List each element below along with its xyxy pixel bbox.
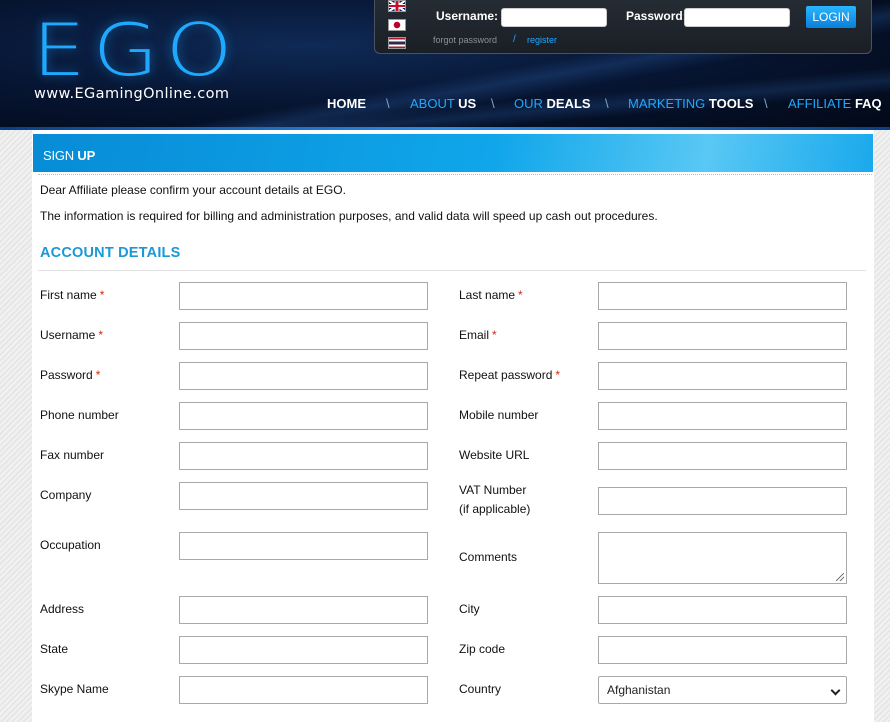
english-flag-icon[interactable] — [388, 0, 406, 12]
email-input[interactable] — [598, 322, 847, 350]
country-selected-value: Afghanistan — [607, 683, 671, 697]
site-header: EGO www.EGamingOnline.com Username: Pass… — [0, 0, 890, 130]
occupation-input[interactable] — [179, 532, 428, 560]
first-name-label: First name * — [40, 288, 105, 302]
intro-text: Dear Affiliate please confirm your accou… — [40, 183, 346, 197]
nav-separator: \ — [386, 96, 390, 111]
last-name-input[interactable] — [598, 282, 847, 310]
username-input[interactable] — [179, 322, 428, 350]
vat-hint: (if applicable) — [459, 502, 531, 516]
divider — [38, 270, 866, 271]
intro-text: The information is required for billing … — [40, 209, 658, 223]
repeat-password-input[interactable] — [598, 362, 847, 390]
last-name-label: Last name * — [459, 288, 523, 302]
nav-home[interactable]: HOME — [327, 96, 366, 111]
link-separator: / — [513, 34, 516, 45]
phone-label: Phone number — [40, 408, 119, 422]
username-field-label: Username * — [40, 328, 104, 342]
comments-textarea[interactable] — [598, 532, 847, 584]
country-select[interactable]: Afghanistan — [598, 676, 847, 704]
japanese-flag-icon[interactable] — [388, 19, 406, 31]
company-input[interactable] — [179, 482, 428, 510]
vat-label: VAT Number — [459, 483, 527, 497]
thai-flag-icon[interactable] — [388, 37, 406, 49]
password-input[interactable] — [179, 362, 428, 390]
website-input[interactable] — [598, 442, 847, 470]
skype-label: Skype Name — [40, 682, 109, 696]
header-password-input[interactable] — [684, 8, 790, 27]
mobile-input[interactable] — [598, 402, 847, 430]
occupation-label: Occupation — [40, 538, 101, 552]
nav-separator: \ — [764, 96, 768, 111]
state-input[interactable] — [179, 636, 428, 664]
register-link[interactable]: register — [527, 35, 557, 45]
fax-label: Fax number — [40, 448, 105, 462]
header-username-input[interactable] — [501, 8, 607, 27]
signup-banner: SIGN UP — [33, 134, 873, 172]
state-label: State — [40, 642, 69, 656]
comments-label: Comments — [459, 550, 518, 564]
nav-about-us[interactable]: ABOUT US — [410, 96, 476, 111]
city-input[interactable] — [598, 596, 847, 624]
fax-input[interactable] — [179, 442, 428, 470]
username-label: Username: — [436, 9, 499, 23]
company-label: Company — [40, 488, 92, 502]
vat-input[interactable] — [598, 487, 847, 515]
skype-input[interactable] — [179, 676, 428, 704]
country-label: Country — [459, 682, 502, 696]
signup-content: SIGN UP Dear Affiliate please confirm yo… — [32, 130, 874, 722]
section-title: ACCOUNT DETAILS — [40, 245, 181, 261]
mobile-label: Mobile number — [459, 408, 539, 422]
nav-our-deals[interactable]: OUR DEALS — [514, 96, 591, 111]
divider — [38, 174, 872, 175]
nav-separator: \ — [605, 96, 609, 111]
address-input[interactable] — [179, 596, 428, 624]
nav-separator: \ — [491, 96, 495, 111]
password-field-label: Password * — [40, 368, 101, 382]
phone-input[interactable] — [179, 402, 428, 430]
forgot-password-link[interactable]: forgot password — [433, 35, 497, 45]
address-label: Address — [40, 602, 85, 616]
repeat-password-label: Repeat password * — [459, 368, 561, 382]
zip-input[interactable] — [598, 636, 847, 664]
ego-logo[interactable]: EGO — [32, 14, 240, 86]
password-label: Password: — [626, 9, 687, 23]
nav-affiliate-faq[interactable]: AFFILIATE FAQ — [788, 96, 882, 111]
nav-marketing-tools[interactable]: MARKETING TOOLS — [628, 96, 753, 111]
signup-title: SIGN UP — [43, 148, 96, 163]
email-label: Email * — [459, 328, 497, 342]
login-button[interactable]: LOGIN — [806, 6, 856, 28]
main-nav: HOME \ ABOUT US \ OUR DEALS \ MARKETING … — [0, 96, 890, 114]
resize-handle-icon[interactable] — [836, 573, 844, 581]
first-name-input[interactable] — [179, 282, 428, 310]
chevron-down-icon — [830, 685, 841, 696]
zip-label: Zip code — [459, 642, 506, 656]
website-label: Website URL — [459, 448, 530, 462]
city-label: City — [459, 602, 480, 616]
